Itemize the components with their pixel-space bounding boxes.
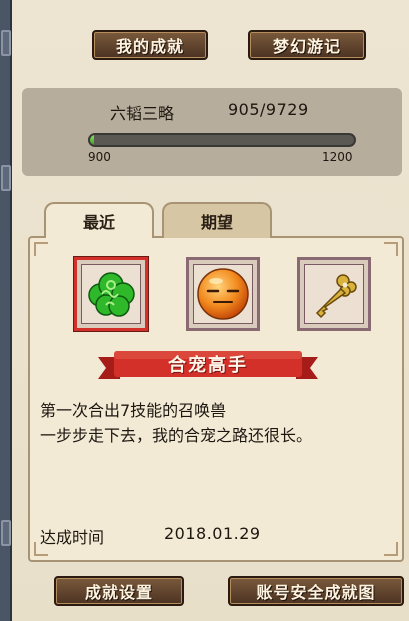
- achievement-item-3[interactable]: [297, 257, 371, 331]
- achievement-item-1[interactable]: [74, 257, 148, 331]
- achievement-description-line2: 一步步走下去，我的合宠之路还很长。: [40, 426, 313, 445]
- achieved-date-label: 达成时间: [40, 528, 105, 547]
- stats-title: 六韬三略: [110, 104, 175, 123]
- corner-ornament: [384, 242, 398, 256]
- tab-recent[interactable]: 最近: [44, 202, 154, 238]
- corner-ornament: [384, 542, 398, 556]
- ornament-knob: [1, 165, 11, 191]
- ornament-knob: [1, 520, 11, 546]
- achievement-description-line1: 第一次合出7技能的召唤兽: [40, 401, 227, 420]
- achievement-name: 合宠高手: [168, 355, 248, 376]
- progress-min-label: 900: [88, 150, 111, 164]
- progress-bar: [88, 133, 356, 147]
- achievement-item-2[interactable]: [186, 257, 260, 331]
- stats-value: 905/9729: [228, 100, 309, 119]
- tab-expected[interactable]: 期望: [162, 202, 272, 238]
- account-security-achievement-button[interactable]: 账号安全成就图: [228, 576, 404, 606]
- progress-max-label: 1200: [322, 150, 353, 164]
- golden-key-icon: [304, 264, 364, 324]
- left-ornament-strip: [0, 0, 12, 621]
- dream-journey-button[interactable]: 梦幻游记: [248, 30, 366, 60]
- my-achievements-button[interactable]: 我的成就: [92, 30, 208, 60]
- progress-bar-fill: [90, 135, 95, 145]
- smiley-face-icon: [193, 264, 253, 324]
- achieved-date-value: 2018.01.29: [164, 524, 261, 543]
- achievement-settings-button[interactable]: 成就设置: [54, 576, 184, 606]
- green-cloud-icon: [81, 264, 141, 324]
- corner-ornament: [34, 242, 48, 256]
- ornament-knob: [1, 30, 11, 56]
